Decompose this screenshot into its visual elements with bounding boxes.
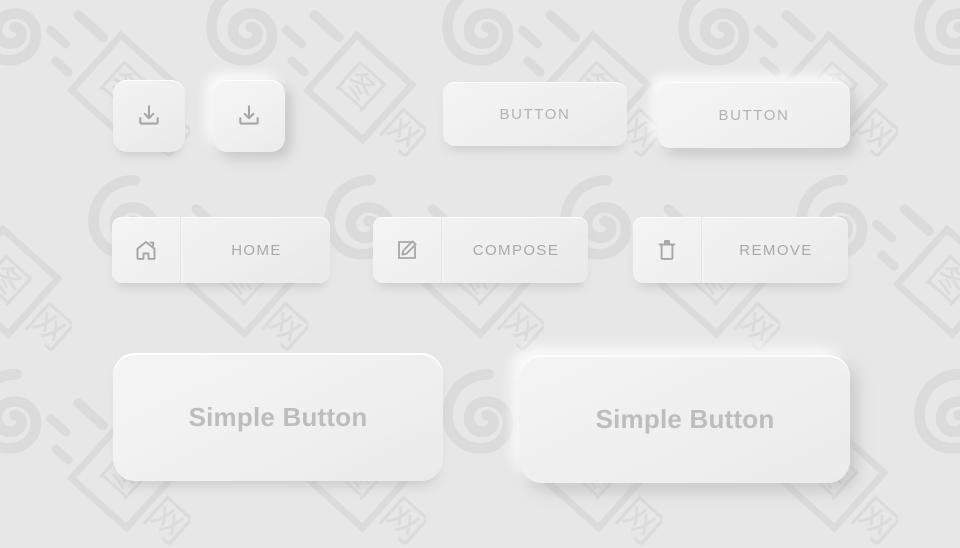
simple-button-label: Simple Button — [188, 401, 368, 432]
simple-button-raised[interactable]: Simple Button — [520, 355, 850, 483]
download-icon — [139, 105, 159, 125]
remove-button-label: REMOVE — [739, 241, 813, 259]
compose-button-icon-area — [373, 217, 441, 283]
download-button-raised[interactable] — [213, 80, 285, 152]
download-icon — [239, 105, 259, 125]
button-gallery: BUTTON BUTTON HOME COMPOSE REMOVE Simple… — [0, 0, 960, 548]
compose-icon — [398, 240, 417, 259]
button-flat[interactable]: BUTTON — [443, 82, 627, 146]
home-button-label: HOME — [231, 241, 282, 259]
compose-button-label: COMPOSE — [472, 241, 560, 259]
compose-button[interactable]: COMPOSE — [373, 217, 588, 283]
button-label: BUTTON — [718, 106, 790, 124]
remove-button-icon-area — [633, 217, 701, 283]
home-button[interactable]: HOME — [112, 217, 330, 283]
button-label: BUTTON — [499, 105, 571, 123]
trash-icon — [658, 240, 676, 260]
home-button-icon-area — [112, 217, 180, 283]
download-button-flat[interactable] — [113, 80, 185, 152]
button-raised[interactable]: BUTTON — [658, 82, 850, 148]
home-icon — [136, 241, 156, 260]
simple-button-label: Simple Button — [595, 403, 775, 434]
remove-button[interactable]: REMOVE — [633, 217, 848, 283]
simple-button-flat[interactable]: Simple Button — [113, 353, 443, 481]
